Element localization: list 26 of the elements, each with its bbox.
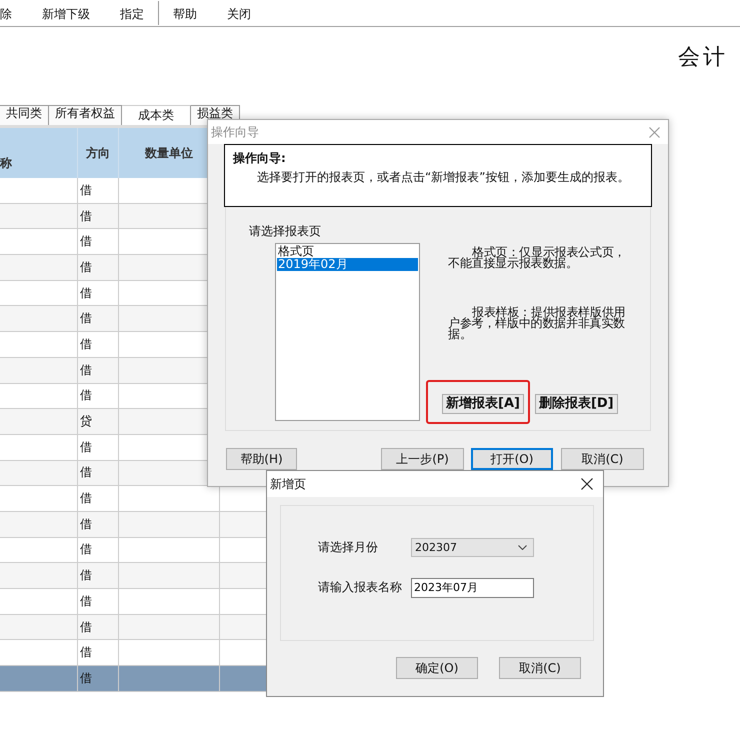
table-cell: 借 <box>78 358 119 382</box>
table-cell: 借 <box>78 434 119 460</box>
field-label: 请输入报表名称 <box>318 579 403 596</box>
table-cell: 借 <box>78 460 119 486</box>
table-cell: 借 <box>78 384 119 408</box>
table-cell: 借 <box>78 280 119 306</box>
table-cell: 借 <box>78 589 119 614</box>
table-cell: 借 <box>78 563 119 588</box>
table-cell: 借 <box>78 178 119 203</box>
note-text: 格式页：仅显示报表公式页，不能直接显示报表数据。 <box>448 247 626 269</box>
note-text: 报表样板：提供报表样版供用户参考，样版中的数据并非真实数据。 <box>448 307 626 340</box>
field-label: 请选择月份 <box>318 539 379 556</box>
page-title: 会计 <box>678 44 728 72</box>
table-cell: 借 <box>78 614 119 640</box>
table-cell: 借 <box>78 512 119 537</box>
table-cell: 借 <box>78 640 119 666</box>
table-cell: 借 <box>78 486 119 511</box>
table-cell: 借 <box>78 332 119 357</box>
table-cell: 借 <box>78 666 119 691</box>
info-heading: 操作向导: <box>233 150 287 167</box>
table-cell: 贷 <box>78 409 119 434</box>
table-cell: 借 <box>78 255 119 280</box>
table-cell: 借 <box>78 204 119 228</box>
table-cell: 借 <box>78 538 119 562</box>
table-cell: 借 <box>78 306 119 332</box>
table-cell: 借 <box>78 229 119 254</box>
